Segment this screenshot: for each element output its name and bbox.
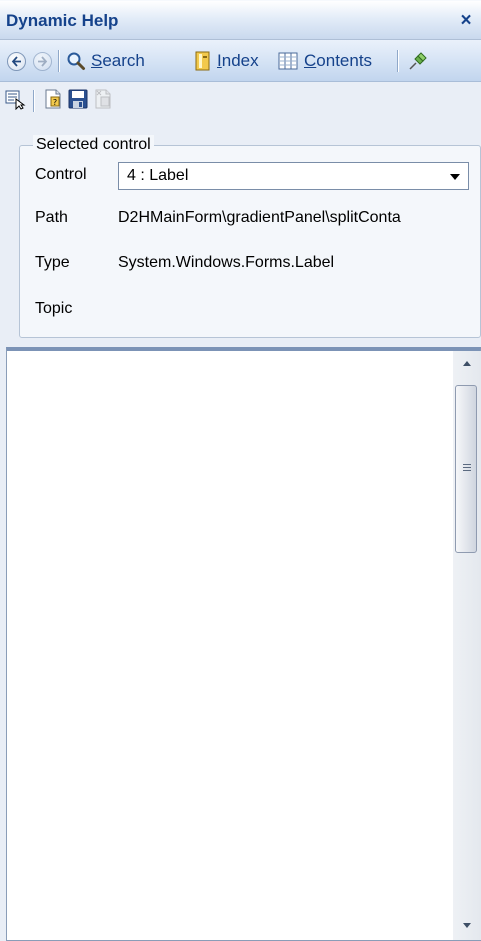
search-button[interactable]: Search	[66, 40, 145, 82]
help-topic-icon: ?	[42, 88, 64, 115]
scrollbar-thumb[interactable]	[455, 385, 477, 553]
control-label: Control	[35, 166, 87, 183]
window-title: Dynamic Help	[6, 11, 119, 30]
dynamic-help-window: Dynamic Help × Search Index Contents ? S…	[0, 0, 481, 941]
scroll-up-button[interactable]	[453, 351, 481, 377]
disabled-topic-icon	[92, 88, 114, 115]
close-button[interactable]: ×	[455, 1, 477, 41]
save-button[interactable]	[66, 89, 90, 113]
back-arrow-icon	[7, 51, 26, 71]
search-label: Search	[91, 51, 145, 70]
toolbar-separator	[397, 50, 398, 72]
scroll-down-button[interactable]	[453, 913, 481, 939]
path-value: D2HMainForm\gradientPanel\splitConta	[118, 209, 401, 226]
type-value: System.Windows.Forms.Label	[118, 254, 335, 271]
help-content-area[interactable]	[6, 347, 481, 941]
tools-toolbar: ?	[0, 82, 481, 120]
chevron-down-icon	[450, 174, 460, 180]
svg-text:?: ?	[53, 98, 57, 107]
arrow-up-icon	[463, 361, 471, 366]
forward-arrow-icon	[33, 51, 52, 71]
topic-label: Topic	[35, 300, 73, 317]
pin-icon	[407, 50, 429, 72]
path-label: Path	[35, 209, 68, 226]
grip-icon	[463, 464, 471, 473]
navigation-toolbar: Search Index Contents	[0, 40, 481, 82]
select-control-icon	[4, 88, 26, 115]
selected-control-legend: Selected control	[33, 135, 154, 155]
index-label: Index	[217, 51, 259, 70]
index-book-icon	[194, 51, 211, 71]
save-icon	[67, 88, 89, 115]
type-label: Type	[35, 254, 70, 271]
forward-button[interactable]	[33, 40, 52, 82]
toolbar-separator	[58, 50, 59, 72]
disabled-topic-button[interactable]	[91, 89, 115, 113]
control-dropdown[interactable]: 4 : Label	[118, 162, 469, 190]
contents-book-icon	[278, 52, 298, 70]
index-button[interactable]: Index	[194, 40, 259, 82]
vertical-scrollbar[interactable]	[453, 351, 481, 940]
pin-button[interactable]	[407, 40, 429, 82]
toolbar-separator	[33, 90, 34, 112]
help-topic-button[interactable]: ?	[41, 89, 65, 113]
magnifier-icon	[66, 51, 86, 71]
contents-button[interactable]: Contents	[278, 40, 372, 82]
arrow-down-icon	[463, 923, 471, 928]
select-control-button[interactable]	[3, 89, 27, 113]
title-bar: Dynamic Help ×	[0, 0, 481, 40]
back-button[interactable]	[7, 40, 26, 82]
control-dropdown-value: 4 : Label	[127, 167, 189, 184]
contents-label: Contents	[304, 51, 373, 70]
